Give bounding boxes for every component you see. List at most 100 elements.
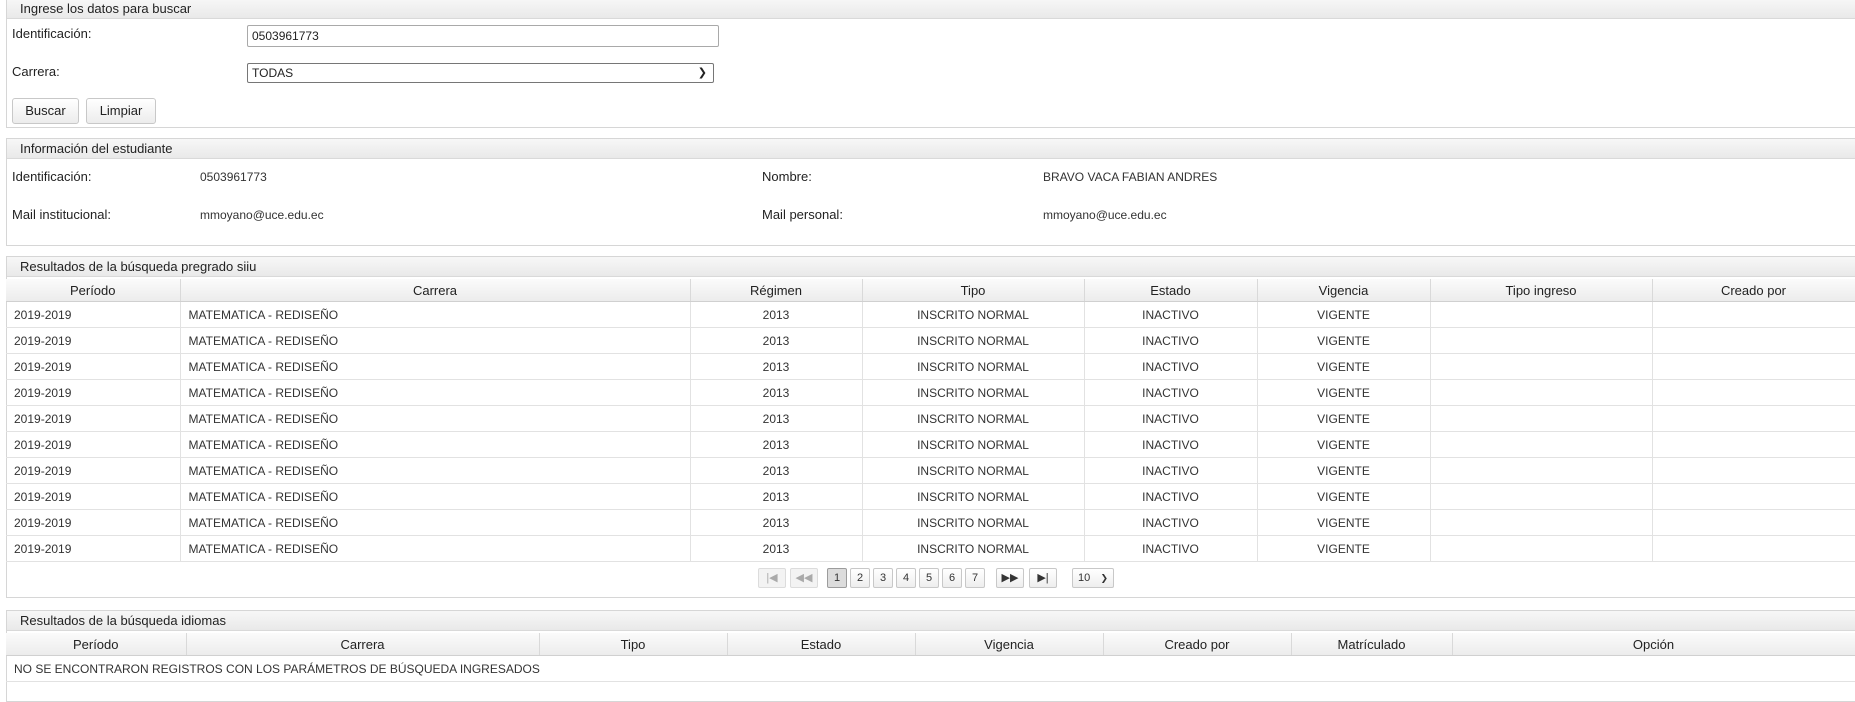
pregrado-paginator: |◀ ◀◀ 1 2 3 4 5 6 7 ▶▶ ▶| 10 ❯ [0, 568, 1855, 590]
cell-tipo-ingreso [1430, 535, 1653, 562]
buscar-button[interactable]: Buscar [12, 98, 79, 124]
idiomas-header-row: Período Carrera Tipo Estado Vigencia Cre… [6, 633, 1855, 656]
cell-carrera: MATEMATICA - REDISEÑO [180, 483, 691, 510]
student-panel: Información del estudiante [6, 138, 1855, 246]
identificacion-input[interactable] [247, 25, 719, 47]
student-id-value: 0503961773 [200, 170, 267, 184]
pregrado-col-regimen[interactable]: Régimen [690, 279, 863, 302]
idiomas-col-periodo[interactable]: Período [6, 633, 187, 656]
table-row[interactable]: 2019-2019 MATEMATICA - REDISEÑO 2013 INSCRI… [6, 431, 1855, 458]
cell-vigencia: VIGENTE [1257, 509, 1431, 536]
idiomas-col-creado-por[interactable]: Creado por [1103, 633, 1292, 656]
cell-tipo-ingreso [1430, 301, 1653, 328]
idiomas-col-carrera[interactable]: Carrera [186, 633, 540, 656]
cell-regimen: 2013 [690, 301, 863, 328]
cell-creado-por [1652, 509, 1855, 536]
cell-periodo: 2019-2019 [6, 301, 181, 328]
cell-creado-por [1652, 301, 1855, 328]
cell-vigencia: VIGENTE [1257, 327, 1431, 354]
page-button-7[interactable]: 7 [965, 568, 985, 588]
cell-tipo: INSCRITO NORMAL [862, 535, 1085, 562]
table-row[interactable]: 2019-2019 MATEMATICA - REDISEÑO 2013 INSCRI… [6, 509, 1855, 536]
cell-regimen: 2013 [690, 405, 863, 432]
pregrado-table: Período Carrera Régimen Tipo Estado Vige… [6, 279, 1855, 562]
search-panel-header: Ingrese los datos para buscar [7, 0, 1855, 19]
table-row[interactable]: 2019-2019 MATEMATICA - REDISEÑO 2013 INSCRI… [6, 535, 1855, 562]
cell-carrera: MATEMATICA - REDISEÑO [180, 405, 691, 432]
pregrado-col-tipo[interactable]: Tipo [862, 279, 1085, 302]
idiomas-col-tipo[interactable]: Tipo [539, 633, 728, 656]
cell-tipo: INSCRITO NORMAL [862, 353, 1085, 380]
cell-estado: INACTIVO [1084, 457, 1258, 484]
idiomas-empty-row: NO SE ENCONTRARON REGISTROS CON LOS PARÁ… [6, 655, 1855, 682]
next-page-button[interactable]: ▶▶ [996, 568, 1024, 588]
cell-carrera: MATEMATICA - REDISEÑO [180, 327, 691, 354]
page-size-select[interactable]: 10 ❯ [1072, 568, 1114, 588]
cell-tipo-ingreso [1430, 431, 1653, 458]
cell-tipo-ingreso [1430, 353, 1653, 380]
page-button-4[interactable]: 4 [896, 568, 916, 588]
carrera-select-value: TODAS [252, 66, 294, 80]
page-button-2[interactable]: 2 [850, 568, 870, 588]
student-panel-header: Información del estudiante [7, 139, 1855, 159]
idiomas-col-estado[interactable]: Estado [727, 633, 916, 656]
cell-carrera: MATEMATICA - REDISEÑO [180, 457, 691, 484]
pregrado-col-periodo[interactable]: Período [6, 279, 181, 302]
table-row[interactable]: 2019-2019 MATEMATICA - REDISEÑO 2013 INSCRI… [6, 327, 1855, 354]
page-button-6[interactable]: 6 [942, 568, 962, 588]
carrera-select[interactable]: TODAS ❯ [247, 63, 714, 83]
cell-regimen: 2013 [690, 379, 863, 406]
pregrado-panel-header: Resultados de la búsqueda pregrado siiu [7, 257, 1855, 277]
cell-carrera: MATEMATICA - REDISEÑO [180, 509, 691, 536]
table-row[interactable]: 2019-2019 MATEMATICA - REDISEÑO 2013 INSCRI… [6, 405, 1855, 432]
cell-tipo: INSCRITO NORMAL [862, 483, 1085, 510]
cell-periodo: 2019-2019 [6, 379, 181, 406]
cell-vigencia: VIGENTE [1257, 301, 1431, 328]
cell-creado-por [1652, 535, 1855, 562]
cell-tipo-ingreso [1430, 379, 1653, 406]
cell-estado: INACTIVO [1084, 509, 1258, 536]
table-row[interactable]: 2019-2019 MATEMATICA - REDISEÑO 2013 INSCRI… [6, 301, 1855, 328]
first-page-button[interactable]: |◀ [758, 568, 786, 588]
cell-regimen: 2013 [690, 431, 863, 458]
cell-regimen: 2013 [690, 535, 863, 562]
student-mail-inst-label: Mail institucional: [12, 207, 111, 222]
cell-carrera: MATEMATICA - REDISEÑO [180, 431, 691, 458]
identificacion-label: Identificación: [12, 26, 92, 41]
pregrado-col-carrera[interactable]: Carrera [180, 279, 691, 302]
cell-periodo: 2019-2019 [6, 457, 181, 484]
cell-periodo: 2019-2019 [6, 509, 181, 536]
table-row[interactable]: 2019-2019 MATEMATICA - REDISEÑO 2013 INSCRI… [6, 457, 1855, 484]
cell-tipo: INSCRITO NORMAL [862, 327, 1085, 354]
idiomas-col-opcion[interactable]: Opción [1452, 633, 1855, 656]
table-row[interactable]: 2019-2019 MATEMATICA - REDISEÑO 2013 INSCRI… [6, 379, 1855, 406]
cell-estado: INACTIVO [1084, 535, 1258, 562]
pregrado-col-creado-por[interactable]: Creado por [1652, 279, 1855, 302]
table-row[interactable]: 2019-2019 MATEMATICA - REDISEÑO 2013 INSCRI… [6, 483, 1855, 510]
pregrado-col-vigencia[interactable]: Vigencia [1257, 279, 1431, 302]
cell-vigencia: VIGENTE [1257, 431, 1431, 458]
limpiar-button[interactable]: Limpiar [86, 98, 156, 124]
student-mail-pers-label: Mail personal: [762, 207, 843, 222]
cell-creado-por [1652, 483, 1855, 510]
page-button-5[interactable]: 5 [919, 568, 939, 588]
cell-tipo: INSCRITO NORMAL [862, 379, 1085, 406]
student-id-label: Identificación: [12, 169, 92, 184]
cell-tipo: INSCRITO NORMAL [862, 405, 1085, 432]
pregrado-col-tipo-ingreso[interactable]: Tipo ingreso [1430, 279, 1653, 302]
last-page-button[interactable]: ▶| [1029, 568, 1057, 588]
cell-vigencia: VIGENTE [1257, 405, 1431, 432]
student-mail-pers-value: mmoyano@uce.edu.ec [1043, 208, 1167, 222]
page-button-3[interactable]: 3 [873, 568, 893, 588]
cell-estado: INACTIVO [1084, 405, 1258, 432]
table-row[interactable]: 2019-2019 MATEMATICA - REDISEÑO 2013 INSCRI… [6, 353, 1855, 380]
idiomas-col-vigencia[interactable]: Vigencia [915, 633, 1104, 656]
idiomas-col-matriculado[interactable]: Matrículado [1291, 633, 1453, 656]
chevron-down-icon: ❯ [1100, 573, 1108, 583]
cell-periodo: 2019-2019 [6, 535, 181, 562]
cell-periodo: 2019-2019 [6, 405, 181, 432]
pregrado-col-estado[interactable]: Estado [1084, 279, 1258, 302]
page-button-1[interactable]: 1 [827, 568, 847, 588]
prev-page-button[interactable]: ◀◀ [790, 568, 818, 588]
cell-carrera: MATEMATICA - REDISEÑO [180, 301, 691, 328]
